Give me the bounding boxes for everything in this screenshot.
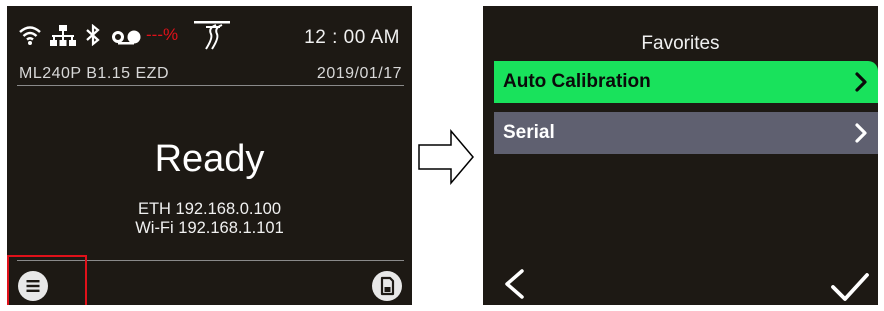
- favorites-item-auto-calibration[interactable]: Auto Calibration: [494, 61, 878, 103]
- favorites-item-serial[interactable]: Serial: [494, 112, 878, 154]
- date-text: 2019/01/17: [316, 65, 402, 82]
- back-chevron-icon[interactable]: [503, 268, 525, 300]
- page-title: Favorites: [641, 33, 720, 54]
- ethernet-icon: [50, 25, 76, 46]
- print-head-icon: [194, 21, 230, 50]
- highlight-box: [7, 255, 87, 305]
- printer-status: Ready: [154, 138, 265, 180]
- header-divider: [17, 85, 404, 86]
- battery-percent-text: ---%: [146, 25, 179, 44]
- chevron-right-icon: [855, 123, 867, 143]
- favorites-item-label: Auto Calibration: [503, 71, 651, 92]
- arrow-right-icon: [418, 129, 474, 185]
- wifi-icon: [19, 26, 41, 45]
- clock-time: 12 : 00 AM: [304, 27, 400, 48]
- wifi-ip: Wi-Fi 192.168.1.101: [135, 219, 284, 237]
- model-firmware-text: ML240P B1.15 EZD: [19, 65, 170, 82]
- checkmark-icon[interactable]: [830, 272, 870, 302]
- memory-card-icon[interactable]: [372, 271, 402, 301]
- status-bar: ---%: [19, 21, 259, 50]
- ribbon-icon: [112, 30, 141, 45]
- favorites-screen: Favorites Auto Calibration Serial: [483, 6, 878, 305]
- favorites-item-label: Serial: [503, 122, 555, 143]
- ethernet-ip: ETH 192.168.0.100: [137, 200, 282, 218]
- home-screen: ---% 12 : 00 AM ML240P B1.15 EZD 2019/01…: [7, 6, 412, 305]
- bluetooth-icon: [86, 24, 100, 46]
- chevron-right-icon: [855, 72, 867, 92]
